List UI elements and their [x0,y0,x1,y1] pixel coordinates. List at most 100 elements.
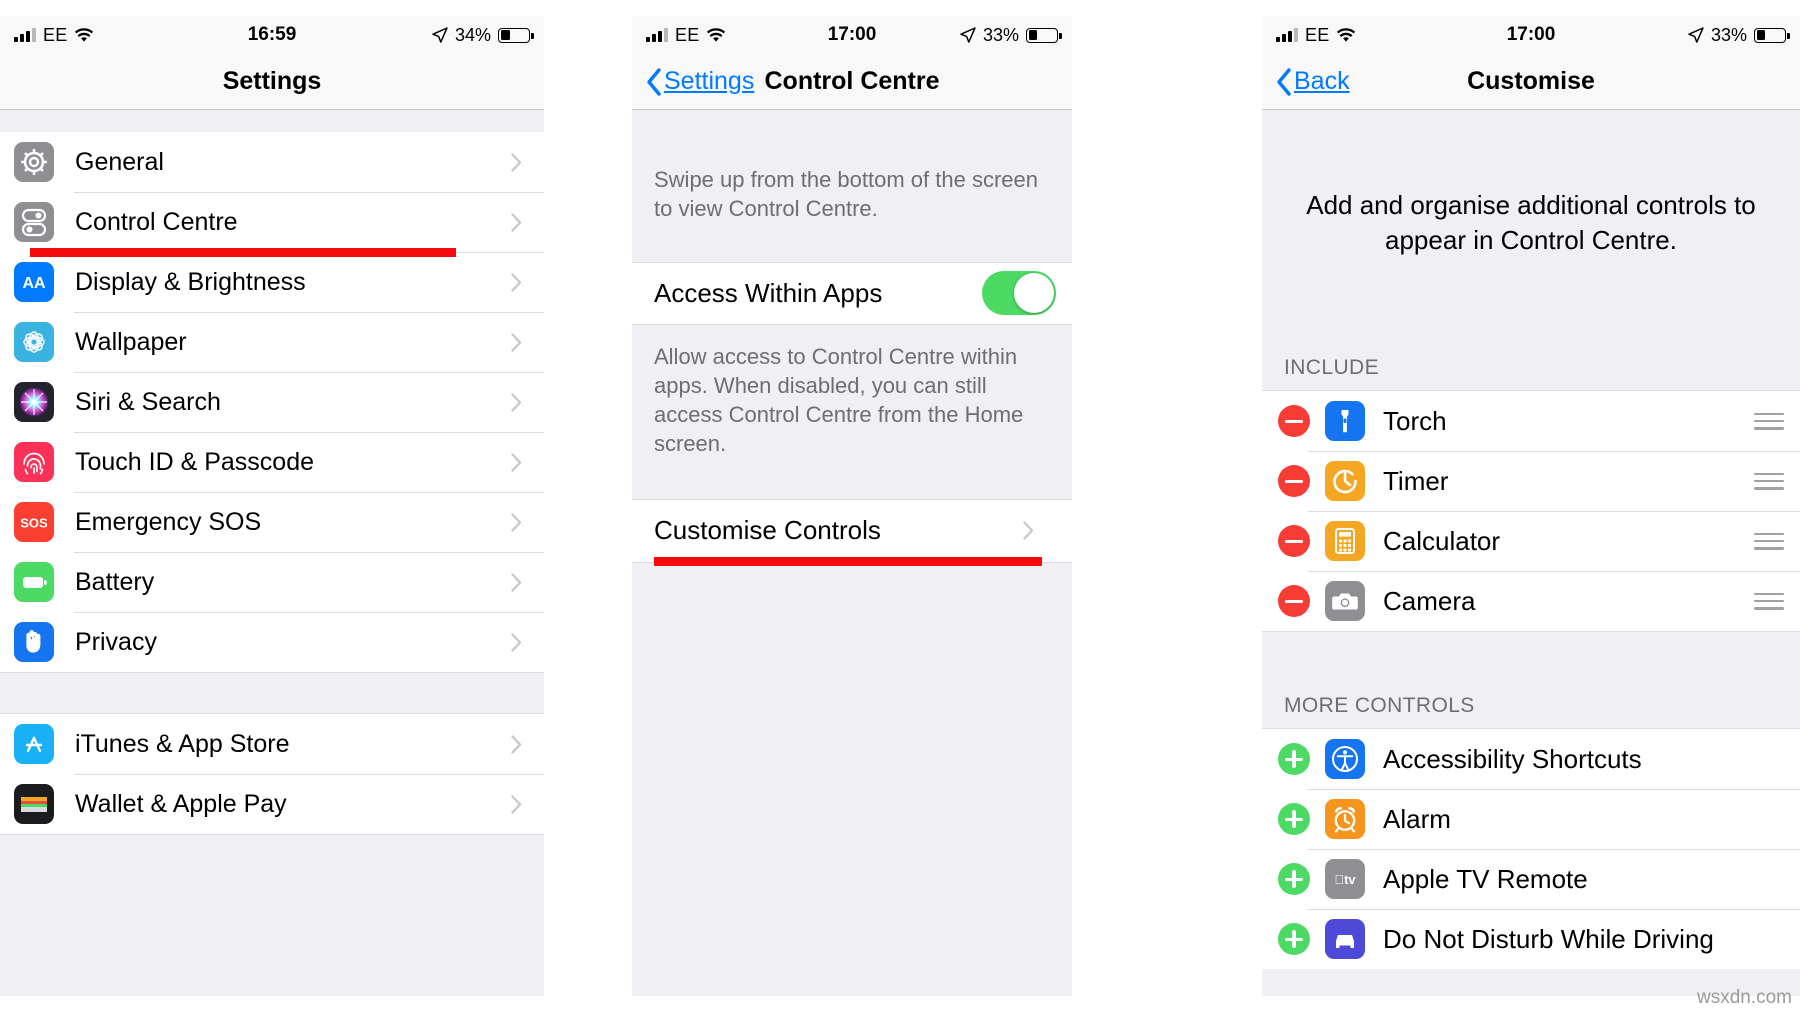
sidebar-item-label: Emergency SOS [75,507,262,536]
signal-bars-icon [646,28,668,42]
remove-icon[interactable] [1278,525,1310,558]
app-store-icon [14,724,54,764]
back-button-label: Settings [664,67,755,95]
access-within-apps-toggle[interactable] [982,271,1056,315]
list-item-timer[interactable]: Timer [1262,451,1800,512]
sidebar-item-label: iTunes & App Store [75,729,290,758]
drag-handle-icon[interactable] [1754,592,1784,610]
status-right: 33% [1688,25,1790,46]
add-icon[interactable] [1278,863,1310,896]
chevron-right-icon [511,572,522,592]
list-item-label: Timer [1383,465,1449,496]
list-top-gap [0,110,544,132]
toggle-knob [1014,273,1054,313]
sidebar-item-label: Battery [75,567,155,596]
chevron-right-icon [511,452,522,472]
sos-icon: SOS [14,502,54,542]
drag-handle-icon[interactable] [1754,412,1784,430]
location-arrow-icon [1688,27,1704,43]
carrier-label: EE [43,24,68,45]
iphone-panel-customise: EE 17:00 33% Back Customise Add and orga… [1262,16,1800,996]
control-centre-icon [14,202,54,242]
camera-icon [1325,581,1365,622]
drag-handle-icon[interactable] [1754,472,1784,490]
customise-scroll-area[interactable]: Add and organise additional controls to … [1262,110,1800,996]
sidebar-item-label: Control Centre [75,207,238,236]
section-header-include: INCLUDE [1262,344,1800,392]
remove-icon[interactable] [1278,405,1310,438]
chevron-right-icon [511,734,522,754]
chevron-right-icon [511,152,522,172]
wallpaper-icon [14,322,54,362]
add-icon[interactable] [1278,743,1310,776]
sidebar-item-display-brightness[interactable]: AA Display & Brightness [0,252,544,312]
status-right: 34% [432,24,534,46]
customise-controls-row[interactable]: Customise Controls [632,499,1072,566]
list-item-label: Apple TV Remote [1383,863,1588,894]
sidebar-item-siri-search[interactable]: Siri & Search [0,372,544,432]
fingerprint-icon [14,442,54,482]
empty-area [632,561,1072,996]
sidebar-item-label: Wallet & Apple Pay [75,789,287,818]
carrier-label: EE [1305,24,1330,45]
back-button-label: Back [1294,67,1350,95]
sidebar-item-emergency-sos[interactable]: SOS Emergency SOS [0,492,544,552]
add-icon[interactable] [1278,803,1310,836]
include-list: Torch Timer Calculator Camera [1262,391,1800,632]
list-item-label: Do Not Disturb While Driving [1383,923,1714,954]
location-arrow-icon [432,27,448,43]
customise-controls-label: Customise Controls [654,515,881,545]
more-controls-list: Accessibility Shortcuts Alarm tv Apple … [1262,729,1800,970]
chevron-left-icon [1277,67,1291,96]
privacy-hand-icon [14,622,54,662]
list-item-accessibility-shortcuts[interactable]: Accessibility Shortcuts [1262,729,1800,790]
carrier-label: EE [675,24,700,45]
section-header-more-controls: MORE CONTROLS [1262,631,1800,730]
sidebar-item-touch-id-passcode[interactable]: Touch ID & Passcode [0,432,544,492]
list-item-calculator[interactable]: Calculator [1262,511,1800,572]
list-item-label: Torch [1383,405,1447,436]
back-button[interactable]: Back [1276,67,1350,96]
list-item-camera[interactable]: Camera [1262,571,1800,632]
customise-description: Add and organise additional controls to … [1262,110,1800,345]
sidebar-item-itunes-app-store[interactable]: iTunes & App Store [0,714,544,774]
list-item-do-not-disturb-while-driving[interactable]: Do Not Disturb While Driving [1262,909,1800,970]
sidebar-item-battery[interactable]: Battery [0,552,544,612]
nav-bar: Back Customise [1262,54,1800,110]
remove-icon[interactable] [1278,465,1310,498]
chevron-right-icon [511,794,522,814]
add-icon[interactable] [1278,923,1310,956]
list-item-apple-tv-remote[interactable]: tv Apple TV Remote [1262,849,1800,910]
control-centre-scroll-area[interactable]: Swipe up from the bottom of the screen t… [632,110,1072,996]
chevron-right-icon [511,272,522,292]
list-item-alarm[interactable]: Alarm [1262,789,1800,850]
list-item-torch[interactable]: Torch [1262,391,1800,452]
sidebar-item-wallet-apple-pay[interactable]: Wallet & Apple Pay [0,774,544,834]
settings-group-stores: iTunes & App Store Wallet & Apple Pay [0,714,544,834]
sidebar-item-wallpaper[interactable]: Wallpaper [0,312,544,372]
sidebar-item-privacy[interactable]: Privacy [0,612,544,672]
battery-percent-label: 34% [454,24,491,45]
drag-handle-icon[interactable] [1754,532,1784,550]
apple-tv-remote-icon: tv [1325,859,1365,900]
status-right: 33% [960,25,1062,46]
gear-icon [14,142,54,182]
do-not-disturb-driving-icon [1325,919,1365,960]
status-left: EE [14,25,94,46]
battery-icon [1754,27,1790,43]
remove-icon[interactable] [1278,585,1310,618]
iphone-panel-settings: EE 16:59 34% Settings General Control Ce… [0,16,544,996]
sidebar-item-control-centre[interactable]: Control Centre [0,192,544,257]
back-button[interactable]: Settings [646,67,754,96]
settings-scroll-area[interactable]: General Control Centre AA Display & Brig… [0,110,544,996]
chevron-right-icon [511,332,522,352]
access-within-apps-row[interactable]: Access Within Apps [632,262,1072,325]
access-within-apps-footnote: Allow access to Control Centre within ap… [632,324,1072,500]
chevron-right-icon [511,512,522,532]
list-bottom-gap [0,834,544,874]
wifi-icon [75,27,94,42]
sidebar-item-general[interactable]: General [0,132,544,192]
siri-icon [14,382,54,422]
list-item-label: Calculator [1383,525,1501,556]
list-item-label: Camera [1383,585,1476,616]
